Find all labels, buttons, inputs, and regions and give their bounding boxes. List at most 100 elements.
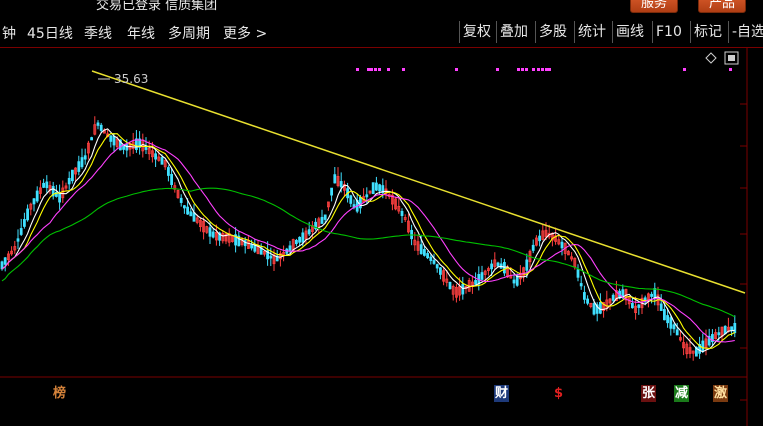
candle-body: [717, 332, 721, 336]
candle-body: [112, 135, 116, 146]
candle-body: [170, 174, 174, 185]
candle-body: [32, 198, 36, 205]
draw-line-button[interactable]: 画线: [612, 21, 647, 43]
candle-body: [576, 269, 580, 278]
signal-marker-dot: [548, 68, 551, 71]
f10-button[interactable]: F10: [652, 21, 685, 43]
candle-body: [16, 238, 20, 242]
candle-body: [182, 205, 186, 209]
kline-chart[interactable]: 35.63 榜 财 $ 张 减 激: [0, 48, 763, 426]
candle-body: [160, 157, 164, 165]
ma20-line: [1, 139, 735, 343]
candle-body: [77, 161, 81, 172]
candle-body: [560, 241, 564, 249]
product-button[interactable]: 产品: [698, 0, 747, 13]
candle-body: [586, 298, 589, 304]
candle-body: [653, 288, 657, 299]
statistics-button[interactable]: 统计: [574, 21, 609, 43]
candle-body: [474, 280, 478, 285]
signal-marker-dot: [367, 68, 370, 71]
signal-marker-dot: [525, 68, 528, 71]
candle-body: [650, 293, 653, 297]
event-marker-list[interactable]: 榜: [52, 385, 68, 402]
candle-body: [323, 214, 327, 220]
candle-body: [211, 231, 215, 238]
event-marker-financial[interactable]: 财: [494, 385, 510, 402]
multi-stock-button[interactable]: 多股: [535, 21, 570, 43]
service-button[interactable]: 服务: [630, 0, 679, 13]
signal-marker-dot: [374, 68, 377, 71]
ma5-line: [1, 128, 735, 353]
panel-toggle-icon[interactable]: [724, 51, 739, 65]
overlay-button[interactable]: 叠加: [496, 21, 531, 43]
period-quarter[interactable]: 季线: [84, 23, 112, 43]
candle-body: [490, 263, 494, 270]
period-year[interactable]: 年线: [127, 23, 155, 43]
candle-body: [701, 340, 705, 352]
candle-body: [166, 167, 170, 176]
candle-body: [400, 210, 404, 217]
candle-body: [154, 153, 158, 160]
candle-body: [294, 239, 298, 245]
candle-body: [631, 303, 634, 309]
chart-controls: [703, 51, 743, 71]
candle-body: [192, 212, 196, 222]
candle-body: [99, 124, 103, 131]
candle-body: [496, 262, 500, 267]
signal-marker-dot: [402, 68, 405, 71]
period-more[interactable]: 更多 >: [223, 23, 267, 43]
candle-body: [448, 281, 452, 290]
candle-body: [419, 244, 423, 255]
signal-marker-dot: [537, 68, 540, 71]
signal-marker-dot: [532, 68, 535, 71]
candle-body: [378, 184, 382, 192]
event-marker-reduce[interactable]: 减: [674, 385, 690, 402]
candle-body: [307, 229, 311, 235]
restore-rights-button[interactable]: 复权: [459, 21, 494, 43]
candle-body: [3, 257, 7, 265]
signal-marker-dot: [356, 68, 359, 71]
candle-body: [320, 216, 324, 224]
candle-body: [432, 260, 436, 264]
chart-toolbar: 钟 45日线 季线 年线 多周期 更多 > 复权 叠加 多股 统计 画线 F10…: [0, 17, 763, 48]
signal-marker-dot: [378, 68, 381, 71]
candle-body: [45, 181, 49, 189]
candle-body: [666, 315, 669, 324]
trend-line: [91, 70, 746, 294]
candle-body: [599, 302, 602, 314]
candle-body: [538, 235, 541, 242]
watchlist-button[interactable]: -自选: [728, 21, 763, 43]
candle-body: [422, 249, 426, 256]
candle-body: [96, 122, 100, 126]
signal-marker-dot: [521, 68, 524, 71]
signal-marker-dot: [387, 68, 390, 71]
candle-body: [675, 329, 679, 336]
candle-body: [349, 195, 353, 204]
mark-button[interactable]: 标记: [690, 21, 725, 43]
candle-body: [733, 323, 737, 334]
candle-body: [58, 192, 61, 203]
candle-body: [179, 197, 183, 203]
status-text: 交易已登录 信质集团: [96, 0, 218, 13]
candle-body: [512, 279, 516, 284]
candle-body: [358, 196, 362, 209]
candle-body: [269, 255, 273, 259]
event-marker-incentive[interactable]: 激: [713, 385, 729, 402]
candle-body: [186, 206, 190, 215]
candle-body: [525, 259, 529, 271]
candle-body: [663, 309, 666, 321]
candle-body: [83, 155, 87, 160]
period-45day[interactable]: 45日线: [27, 23, 73, 43]
candle-body: [298, 236, 302, 243]
event-marker-limit-up[interactable]: 张: [641, 385, 657, 402]
candle-body: [611, 294, 615, 301]
period-minute[interactable]: 钟: [2, 23, 16, 43]
candle-body: [579, 283, 583, 287]
period-multi[interactable]: 多周期: [168, 23, 210, 43]
signal-marker-dot: [517, 68, 520, 71]
diamond-icon[interactable]: [705, 52, 717, 64]
candle-body: [583, 292, 586, 300]
event-marker-dividend[interactable]: $: [553, 385, 565, 402]
candle-body: [659, 303, 663, 311]
candle-body: [125, 144, 129, 151]
